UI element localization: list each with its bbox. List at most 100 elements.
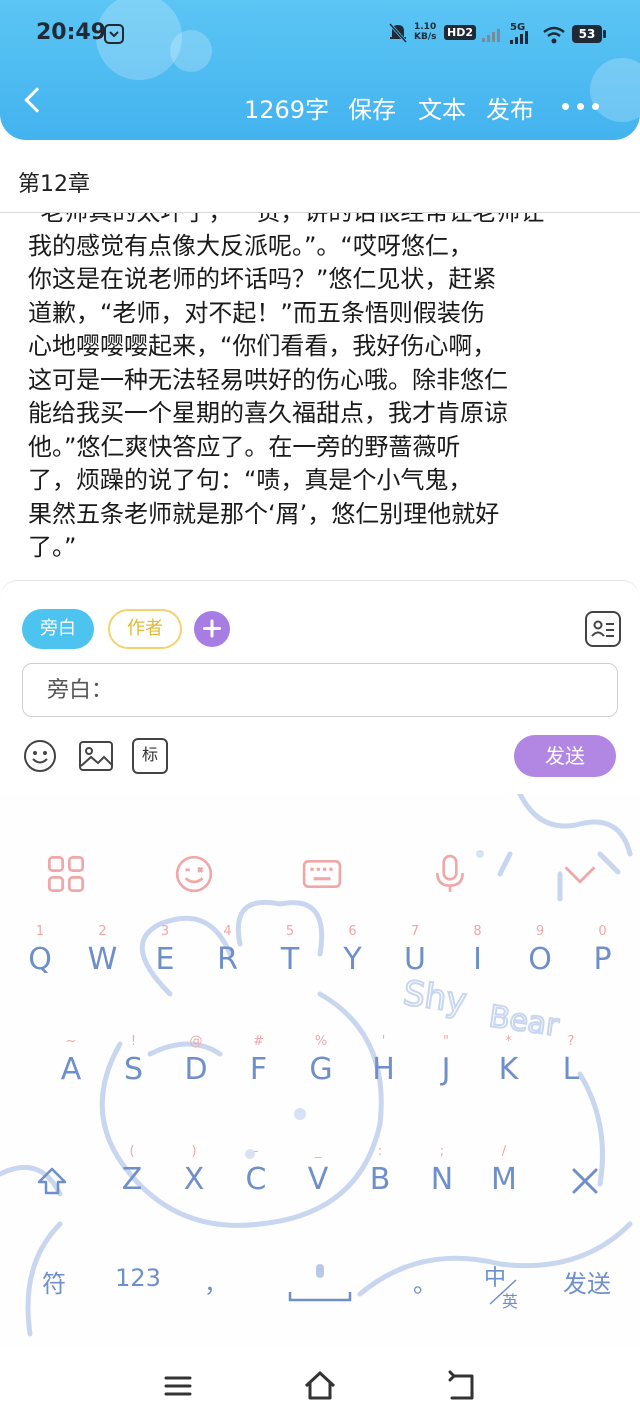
language-switch-key[interactable]: 中 英 (482, 1256, 524, 1316)
key-j[interactable]: " J (418, 1034, 474, 1104)
key-primary-label: N (430, 1162, 454, 1197)
key-s[interactable]: ! S (106, 1034, 162, 1104)
more-dot-icon (577, 103, 584, 110)
key-primary-label: S (123, 1052, 144, 1087)
more-dot-icon (562, 103, 569, 110)
role-narration-chip[interactable]: 旁白 (22, 609, 94, 649)
key-primary-label: D (184, 1052, 208, 1087)
key-h[interactable]: ' H (356, 1034, 412, 1104)
add-role-button[interactable] (194, 611, 230, 647)
key-secondary-label: ~ (65, 1034, 77, 1049)
key-l[interactable]: ? L (543, 1034, 599, 1104)
character-list-icon[interactable] (585, 611, 621, 647)
collapse-keyboard-icon[interactable] (560, 854, 600, 894)
battery-indicator: 53 (572, 25, 606, 43)
keyboard-layout-icon[interactable] (302, 854, 342, 894)
microphone-icon[interactable] (430, 854, 470, 894)
key-u[interactable]: 7U (387, 924, 443, 994)
key-e[interactable]: 3E (137, 924, 193, 994)
more-options-button[interactable] (562, 103, 602, 111)
key-g[interactable]: % G (293, 1034, 349, 1104)
key-primary-label: R (217, 942, 238, 977)
key-secondary-label: / (501, 1144, 507, 1159)
numbers-key[interactable]: 123 (112, 1264, 164, 1292)
back-button[interactable] (22, 88, 46, 112)
key-primary-label: M (491, 1162, 517, 1197)
contact-card-icon (591, 620, 614, 637)
apps-grid-icon[interactable] (46, 854, 86, 894)
publish-button[interactable]: 发布 (486, 90, 534, 125)
key-k[interactable]: * K (481, 1034, 537, 1104)
key-primary-label: C (245, 1162, 267, 1197)
key-z[interactable]: (Z (104, 1144, 160, 1214)
key-b[interactable]: :B (352, 1144, 408, 1214)
key-m[interactable]: / M (476, 1144, 532, 1214)
space-key[interactable] (288, 1262, 352, 1306)
key-secondary-label: 4 (223, 924, 232, 939)
status-bar: 20:49 1.10 KB/s HD2 5G 53 (0, 0, 640, 64)
chapter-title-bar (0, 140, 640, 212)
image-icon[interactable] (78, 738, 114, 774)
key-primary-label: Z (121, 1162, 143, 1197)
key-x[interactable]: ) X (166, 1144, 222, 1214)
key-primary-label: B (369, 1162, 391, 1197)
key-q[interactable]: 1Q (12, 924, 68, 994)
key-primary-label: O (528, 942, 552, 977)
key-secondary-label: ? (567, 1034, 575, 1049)
menu-icon[interactable] (160, 1368, 196, 1404)
app-notification-icon (104, 24, 124, 44)
narration-input[interactable]: 旁白： (22, 663, 618, 717)
hd-badge: HD2 (444, 25, 476, 40)
shift-icon[interactable] (36, 1166, 68, 1196)
tag-button[interactable]: 标 (132, 738, 168, 774)
mute-bell-icon (388, 23, 408, 43)
key-secondary-label: ) (191, 1144, 197, 1159)
role-author-chip[interactable]: 作者 (108, 609, 182, 649)
key-secondary-label: - (253, 1144, 259, 1159)
key-secondary-label: # (253, 1034, 264, 1049)
send-button[interactable]: 发送 (514, 735, 616, 777)
chapter-content[interactable]: “老师真的太坏了，一贯，讲的话很经常让老师让 我的感觉有点像大反派呢。”。“哎呀… (28, 196, 616, 568)
key-p[interactable]: 0P (575, 924, 631, 994)
signal-weak-icon (482, 29, 500, 42)
comma-key[interactable]: ， (204, 1264, 228, 1299)
text-button[interactable]: 文本 (418, 90, 466, 125)
period-key[interactable]: 。 (410, 1264, 440, 1299)
key-primary-label: V (307, 1162, 329, 1197)
key-y[interactable]: 6Y (325, 924, 381, 994)
key-primary-label: A (60, 1052, 82, 1087)
key-secondary-label: ; (439, 1144, 445, 1159)
key-primary-label: Q (28, 942, 52, 977)
key-primary-label: G (309, 1052, 333, 1087)
key-w[interactable]: 2W (75, 924, 131, 994)
key-d[interactable]: @ D (168, 1034, 224, 1104)
key-secondary-label: 2 (98, 924, 107, 939)
key-o[interactable]: 9O (512, 924, 568, 994)
app-header: 20:49 1.10 KB/s HD2 5G 53 1269字 保存 文本 发布 (0, 0, 640, 140)
decorative-bubble (590, 58, 640, 122)
key-r[interactable]: 4R (200, 924, 256, 994)
delete-icon[interactable] (570, 1166, 600, 1196)
key-v[interactable]: _ V (290, 1144, 346, 1214)
key-n[interactable]: ; N (414, 1144, 470, 1214)
key-f[interactable]: # F (231, 1034, 287, 1104)
key-c[interactable]: -C (228, 1144, 284, 1214)
key-secondary-label: 1 (35, 924, 45, 939)
key-primary-label: T (280, 942, 300, 977)
key-t[interactable]: 5T (262, 924, 318, 994)
symbols-key[interactable]: 符 (38, 1264, 70, 1299)
home-icon[interactable] (302, 1368, 338, 1404)
chapter-title[interactable]: 第12章 (18, 166, 90, 198)
emoji-keyboard-icon[interactable] (174, 854, 214, 894)
key-a[interactable]: ~ A (43, 1034, 99, 1104)
keyboard-send-key[interactable]: 发送 (558, 1264, 616, 1299)
lang-en-label: 英 (502, 1292, 519, 1311)
save-button[interactable]: 保存 (348, 90, 396, 125)
key-secondary-label: " (443, 1034, 449, 1049)
key-primary-label: L (562, 1052, 580, 1087)
back-nav-icon[interactable] (444, 1368, 480, 1404)
key-primary-label: J (441, 1052, 451, 1087)
emoji-icon[interactable] (22, 738, 58, 774)
divider (0, 212, 640, 213)
key-i[interactable]: 8I (450, 924, 506, 994)
